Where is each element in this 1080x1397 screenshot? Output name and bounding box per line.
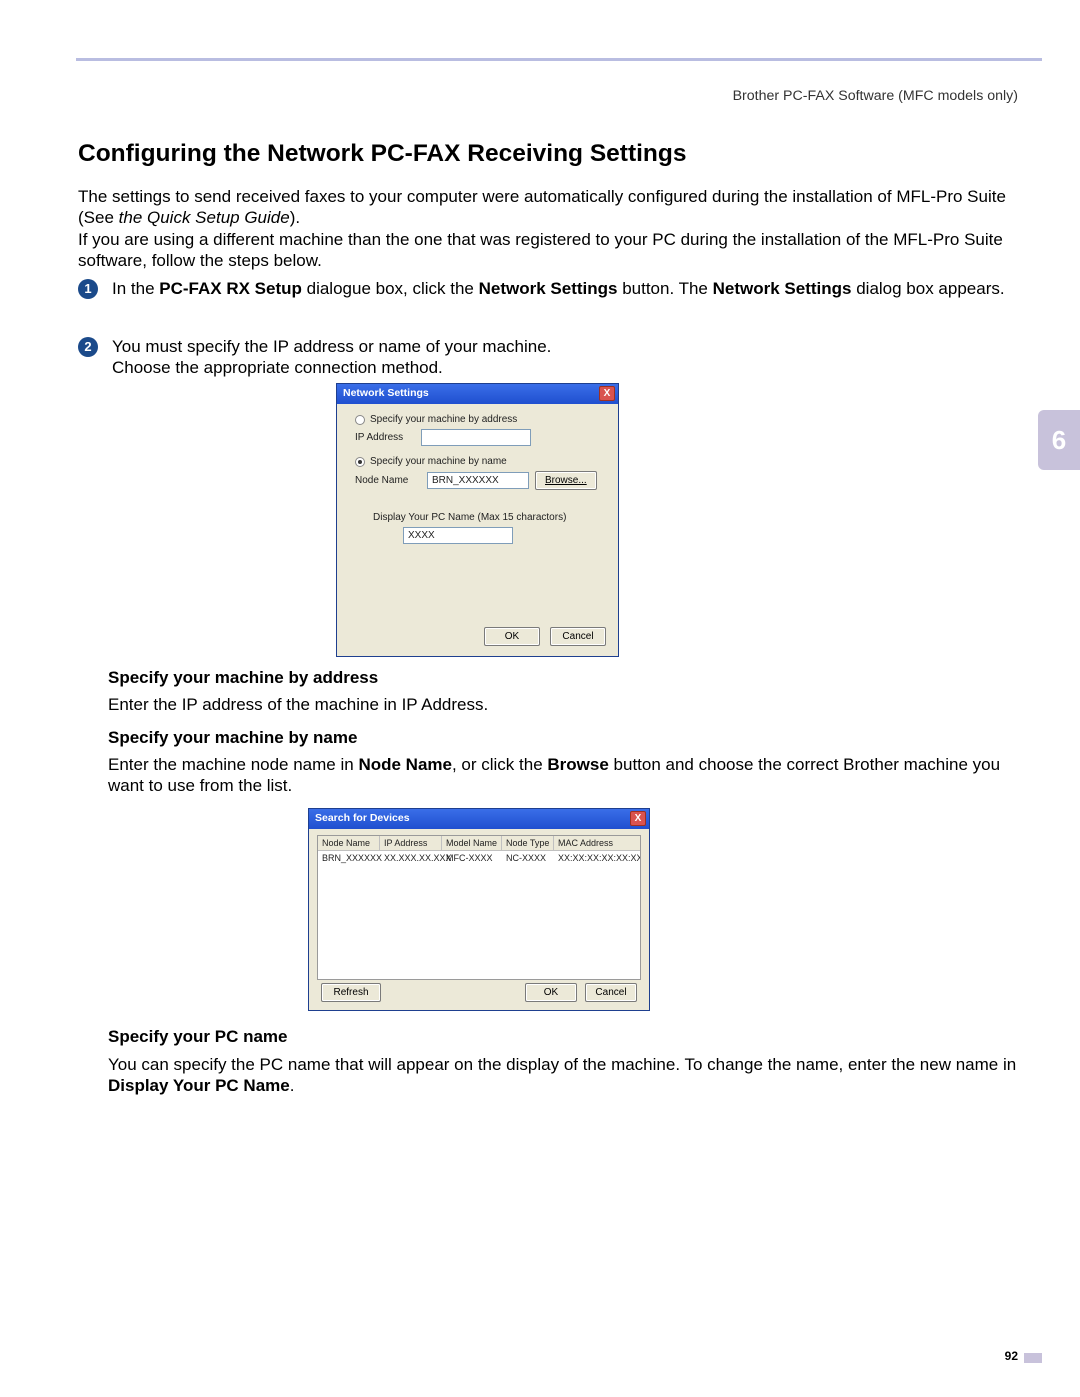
cell-ip-address: XX.XXX.XX.XXX [380,851,442,865]
cell-mac-address: XX:XX:XX:XX:XX:XX [554,851,641,865]
section-name-body: Enter the machine node name in Node Name… [108,754,1018,797]
col-node-name[interactable]: Node Name [318,836,380,850]
section-address-heading: Specify your machine by address [108,668,1018,688]
radio-by-address[interactable]: Specify your machine by address [355,414,606,425]
section-pcname-b: Display Your PC Name [108,1076,290,1095]
dialog-titlebar: Network Settings X [337,384,618,404]
radio-checked-icon [355,457,365,467]
chapter-tab: 6 [1038,410,1080,470]
grid-header: Node Name IP Address Model Name Node Typ… [318,836,640,851]
col-ip-address[interactable]: IP Address [380,836,442,850]
devices-grid[interactable]: Node Name IP Address Model Name Node Typ… [317,835,641,980]
step-1-bullet: 1 [78,279,98,299]
cell-node-type: NC-XXXX [502,851,554,865]
section-pcname-heading: Specify your PC name [108,1027,1018,1047]
dialog-title: Network Settings [343,387,429,399]
display-pc-name-label: Display Your PC Name (Max 15 charactors) [373,512,606,523]
network-settings-dialog: Network Settings X Specify your machine … [336,383,619,657]
dialog2-title: Search for Devices [315,812,410,824]
browse-button[interactable]: Browse... [535,471,597,490]
intro-line2: If you are using a different machine tha… [78,230,1003,270]
search-devices-dialog: Search for Devices X Node Name IP Addres… [308,808,650,1011]
top-rule [76,58,1042,61]
step-1-f: Network Settings [713,279,852,298]
ok-button[interactable]: OK [525,983,577,1002]
section-pcname-a: You can specify the PC name that will ap… [108,1055,1016,1074]
step-2-a: You must specify the IP address or name … [112,337,551,356]
step-2-bullet: 2 [78,337,98,357]
step-1-a: In the [112,279,159,298]
intro-line1b: the Quick Setup Guide [119,208,290,227]
section-pcname-c: . [290,1076,295,1095]
step-2-b: Choose the appropriate connection method… [112,358,443,377]
ok-button[interactable]: OK [484,627,540,646]
table-row[interactable]: BRN_XXXXXX XX.XXX.XX.XXX MFC-XXXX NC-XXX… [318,851,640,865]
step-1: 1 In the PC-FAX RX Setup dialogue box, c… [78,278,1018,299]
dialog2-titlebar: Search for Devices X [309,809,649,829]
node-name-input[interactable] [427,472,529,489]
page-number: 92 [1005,1349,1018,1363]
section-name-d: Browse [547,755,608,774]
section-name-a: Enter the machine node name in [108,755,358,774]
step-1-d: Network Settings [479,279,618,298]
close-icon[interactable]: X [599,386,615,401]
section-address-body: Enter the IP address of the machine in I… [108,694,1018,715]
section-name-c: , or click the [452,755,547,774]
ip-address-input[interactable] [421,429,531,446]
refresh-button[interactable]: Refresh [321,983,381,1002]
step-1-e: button. The [617,279,712,298]
cancel-button[interactable]: Cancel [585,983,637,1002]
close-icon[interactable]: X [630,811,646,826]
ip-address-label: IP Address [355,432,421,443]
header-context: Brother PC-FAX Software (MFC models only… [733,88,1018,104]
display-pc-name-input[interactable] [403,527,513,544]
page-title: Configuring the Network PC-FAX Receiving… [78,140,686,168]
cell-node-name: BRN_XXXXXX [318,851,380,865]
radio-by-name[interactable]: Specify your machine by name [355,456,606,467]
cancel-button[interactable]: Cancel [550,627,606,646]
section-pcname-body: You can specify the PC name that will ap… [108,1054,1018,1097]
step-1-g: dialog box appears. [851,279,1004,298]
radio-by-name-label: Specify your machine by name [370,456,507,467]
cell-model-name: MFC-XXXX [442,851,502,865]
node-name-label: Node Name [355,475,421,486]
section-name-b: Node Name [358,755,452,774]
intro-line1c: ). [290,208,300,227]
col-mac-address[interactable]: MAC Address [554,836,641,850]
step-1-b: PC-FAX RX Setup [159,279,302,298]
page-flag [1024,1353,1042,1363]
radio-unchecked-icon [355,415,365,425]
step-2: 2 You must specify the IP address or nam… [78,336,1018,379]
col-node-type[interactable]: Node Type [502,836,554,850]
col-model-name[interactable]: Model Name [442,836,502,850]
radio-by-address-label: Specify your machine by address [370,414,517,425]
section-name-heading: Specify your machine by name [108,728,1018,748]
intro-paragraph: The settings to send received faxes to y… [78,186,1018,271]
step-1-c: dialogue box, click the [302,279,479,298]
